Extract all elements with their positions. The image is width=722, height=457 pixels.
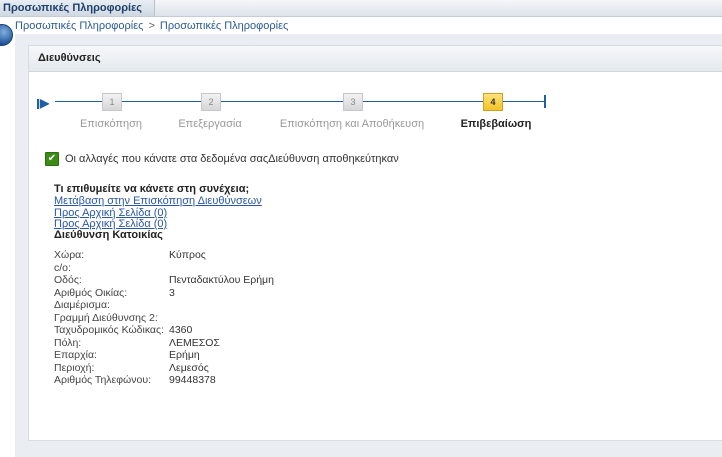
panel-title: Διευθύνσεις [38,52,101,64]
detail-label: Αριθμός Οικίας: [54,286,128,299]
detail-value: Πενταδακτύλου Ερήμη [169,274,274,286]
tab-personal-info[interactable]: Προσωπικές Πληροφορίες [0,0,156,16]
detail-row: Περιοχή: Λεμεσός [54,362,374,375]
detail-value: 99448378 [169,374,216,386]
detail-label: c/o: [54,261,71,274]
detail-row: Αριθμός Τηλεφώνου: 99448378 [54,374,374,387]
detail-label: Ταχυδρομικός Κώδικας: [54,324,164,336]
detail-row: c/o: [54,262,374,275]
breadcrumb-separator: > [148,20,155,32]
detail-label: Οδός: [54,274,82,286]
stepper-end-cap [544,95,546,108]
detail-label: Αριθμός Τηλεφώνου: [54,374,151,386]
detail-row: Ταχυδρομικός Κώδικας: 4360 [54,324,374,337]
step-4-label: Επιβεβαίωση [460,118,532,130]
step-3-box: 3 [343,93,363,111]
progress-stepper: ▶ 1 2 3 4 Επισκόπηση Επεξεργασία Επισκόπ… [37,90,557,134]
panel-header: Διευθύνσεις [29,46,722,72]
top-bar: Προσωπικές Πληροφορίες [0,0,722,17]
breadcrumb: Προσωπικές Πληροφορίες > Προσωπικές Πληροφ… [15,19,288,34]
detail-row: Διαμέρισμα: [54,299,374,312]
stepper-line [503,101,545,102]
detail-label: Γραμμή Διεύθυνσης 2: [54,311,158,324]
breadcrumb-item-2[interactable]: Προσωπικές Πληροφορίες [160,20,288,32]
detail-value: ΛΕΜΕΣΟΣ [169,336,220,349]
detail-value: 4360 [169,324,193,336]
stepper-start-arrow-icon: ▶ [37,96,49,110]
step-2-label: Επεξεργασία [178,118,242,130]
confirmation-message: ✔ Οι αλλαγές που κάνατε στα δεδομένα σαςΔ… [45,152,399,167]
detail-row: Πόλη: ΛΕΜΕΣΟΣ [54,337,374,350]
next-steps-title: Τι επιθυμείτε να κάνετε στη συνέχεια; [54,183,250,195]
checkmark-icon: ✔ [45,152,59,167]
confirmation-text: Οι αλλαγές που κάνατε στα δεδομένα σαςΔι… [65,153,399,165]
address-section-title: Διεύθυνση Κατοικίας [54,229,163,241]
breadcrumb-item-1[interactable]: Προσωπικές Πληροφορίες [15,20,143,32]
step-1-box: 1 [102,93,122,111]
addresses-panel: Διευθύνσεις ▶ 1 2 3 4 Επισκόπηση Επεξεργ… [28,45,722,441]
detail-label: Πόλη: [54,336,82,349]
step-3-label: Επισκόπηση και Αποθήκευση [279,118,425,130]
link-address-overview[interactable]: Μετάβαση στην Επισκόπηση Διευθύνσεων [54,195,262,207]
detail-value: Κύπρος [169,249,206,261]
detail-row: Χώρα: Κύπρος [54,249,374,262]
stepper-line [221,101,343,102]
detail-value: 3 [169,286,175,299]
detail-row: Οδός: Πενταδακτύλου Ερήμη [54,274,374,287]
step-2-box: 2 [201,93,221,111]
detail-label: Επαρχία: [54,349,97,361]
detail-label: Διαμέρισμα: [54,299,110,311]
detail-label: Χώρα: [54,249,85,261]
navigation-orb-icon[interactable] [0,24,13,46]
address-details: Χώρα: Κύπρος c/o: Οδός: Πενταδακτύλου Ερήμ… [54,249,374,387]
detail-row: Αριθμός Οικίας: 3 [54,287,374,300]
stepper-line [122,101,201,102]
detail-label: Περιοχή: [54,361,95,374]
step-4-box-active: 4 [483,93,503,111]
stepper-line [363,101,483,102]
detail-row: Γραμμή Διεύθυνσης 2: [54,312,374,325]
detail-value: Λεμεσός [169,361,209,374]
step-1-label: Επισκόπηση [79,118,143,130]
stepper-line [55,101,102,102]
detail-row: Επαρχία: Ερήμη [54,349,374,362]
detail-value: Ερήμη [169,349,200,361]
